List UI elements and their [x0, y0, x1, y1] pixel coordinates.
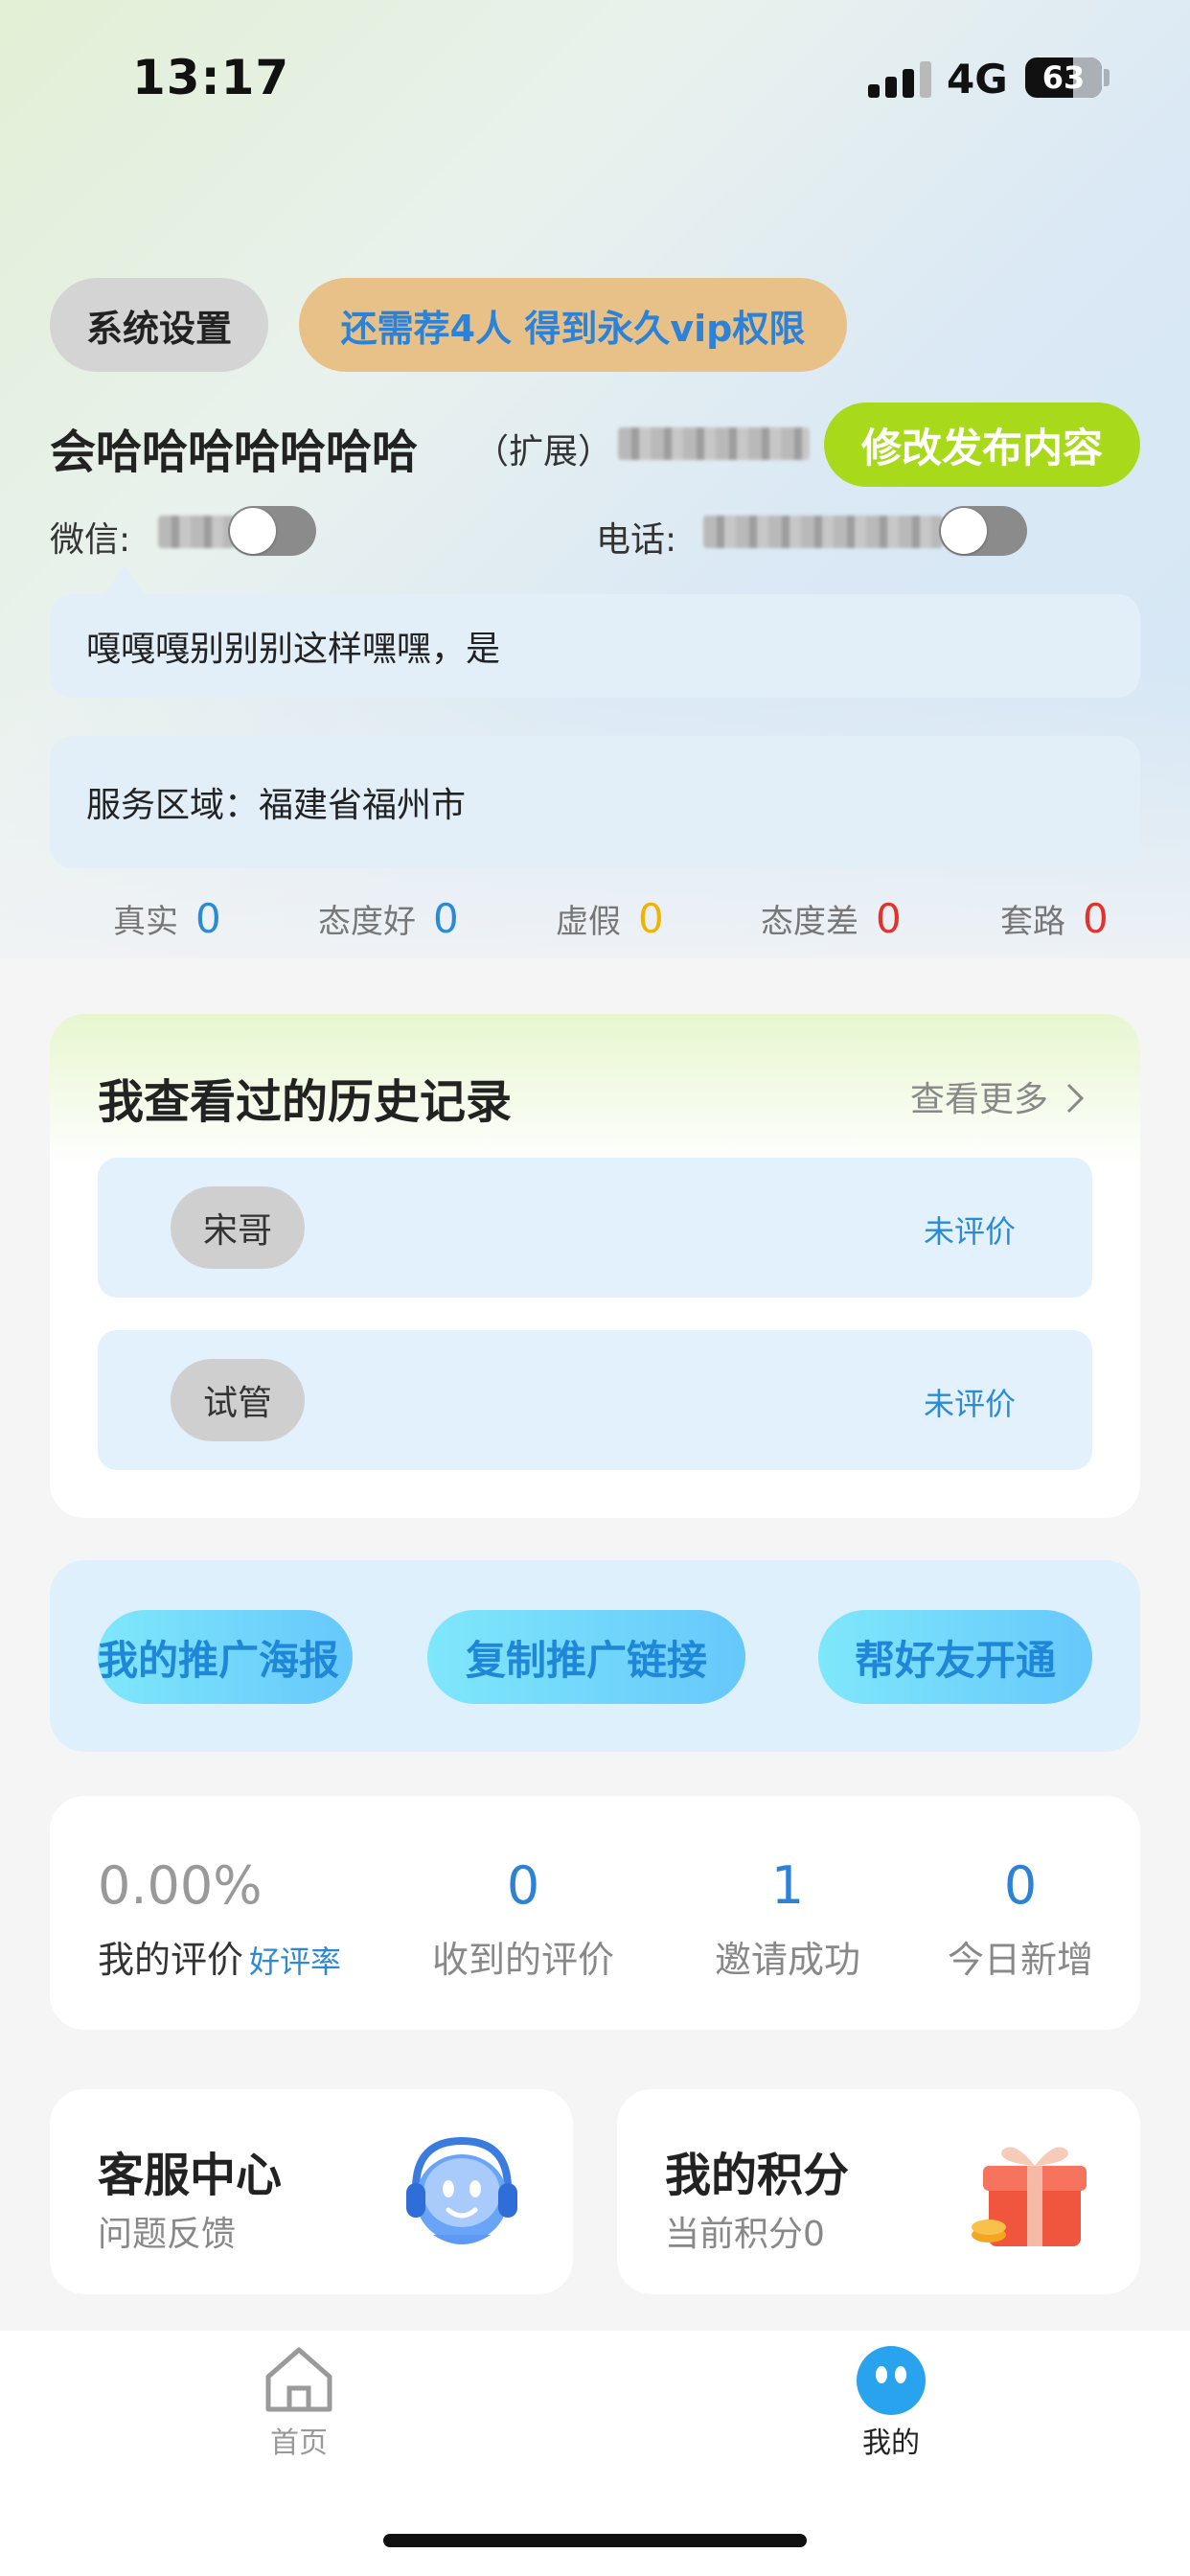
history-item-name: 试管: [171, 1359, 305, 1441]
history-item-status[interactable]: 未评价: [924, 1380, 1016, 1424]
battery-level: 63: [1041, 59, 1086, 96]
signal-icon: [868, 59, 931, 98]
my-points-card[interactable]: 我的积分 当前积分0: [617, 2089, 1140, 2294]
rating-bad-attitude-value: 0: [876, 895, 902, 942]
wechat-label: 微信:: [50, 520, 131, 560]
invite-success-value: 1: [770, 1855, 805, 1916]
home-icon: [265, 2347, 332, 2412]
rating-good-attitude: 态度好 0: [318, 895, 459, 942]
promo-panel: 我的推广海报 复制推广链接 帮好友开通: [50, 1560, 1140, 1752]
system-settings-button[interactable]: 系统设置: [50, 278, 268, 372]
network-type: 4G: [947, 56, 1008, 103]
history-item-status[interactable]: 未评价: [924, 1208, 1016, 1252]
user-name: 会哈哈哈哈哈哈哈: [50, 426, 419, 479]
history-item[interactable]: 宋哥 未评价: [98, 1158, 1092, 1298]
bio-text: 嘎嘎嘎别别别这样嘿嘿，是: [50, 594, 1140, 698]
bio-bubble-tail: [103, 565, 146, 596]
phone-label: 电话:: [596, 520, 677, 560]
positive-rate-label: 好评率: [249, 1944, 342, 1980]
history-title: 我查看过的历史记录: [98, 1075, 513, 1129]
extension-label: （扩展）: [474, 432, 613, 472]
rating-percent-value: 0.00%: [98, 1855, 263, 1916]
wechat-visibility-toggle[interactable]: [228, 506, 316, 556]
tab-mine[interactable]: 我的: [843, 2342, 939, 2461]
rating-good-attitude-label: 态度好: [318, 903, 416, 941]
rating-bad-attitude: 态度差 0: [761, 895, 902, 942]
rating-bad-attitude-label: 态度差: [761, 903, 858, 941]
my-points-subtitle: 当前积分0: [665, 2215, 825, 2254]
history-item-name: 宋哥: [171, 1186, 305, 1269]
customer-service-title: 客服中心: [98, 2149, 283, 2202]
tab-home-label: 首页: [270, 2426, 328, 2460]
extension-value-redacted: [618, 427, 810, 460]
gift-box-icon: [972, 2147, 1087, 2246]
phone-value-redacted: [703, 516, 943, 548]
invite-success-label[interactable]: 邀请成功: [701, 1930, 874, 1983]
rating-real: 真实 0: [113, 895, 221, 942]
rating-real-value: 0: [195, 895, 221, 942]
history-card: 我查看过的历史记录 查看更多 宋哥 未评价 试管 未评价: [50, 1014, 1140, 1518]
stats-card: 0.00% 我的评价 好评率 0 收到的评价 1 邀请成功 0 今日新增: [50, 1796, 1140, 2030]
rating-good-attitude-value: 0: [433, 895, 459, 942]
phone-visibility-toggle[interactable]: [939, 506, 1027, 556]
rating-scam: 套路 0: [1000, 895, 1109, 942]
edit-publish-button[interactable]: 修改发布内容: [824, 402, 1140, 487]
history-more-link[interactable]: 查看更多: [910, 1071, 1086, 1121]
mine-avatar-icon: [857, 2346, 926, 2415]
tab-home[interactable]: 首页: [251, 2342, 347, 2461]
my-points-title: 我的积分: [665, 2149, 850, 2202]
received-reviews-label[interactable]: 收到的评价: [427, 1930, 619, 1983]
history-more-label: 查看更多: [910, 1080, 1049, 1119]
battery-icon: 63: [1025, 58, 1102, 98]
battery-tip: [1104, 69, 1110, 86]
rating-real-label: 真实: [113, 903, 178, 941]
my-rating-label: 我的评价: [98, 1939, 244, 1981]
chevron-right-icon: [1067, 1083, 1085, 1114]
service-area: 服务区域：福建省福州市: [50, 736, 1140, 868]
rating-fake: 虚假 0: [556, 895, 664, 942]
history-item[interactable]: 试管 未评价: [98, 1330, 1092, 1470]
help-friend-activate-button[interactable]: 帮好友开通: [818, 1610, 1092, 1704]
rating-fake-label: 虚假: [556, 903, 621, 941]
today-new-label[interactable]: 今日新增: [939, 1930, 1102, 1983]
vip-invite-button[interactable]: 还需荐4人 得到永久vip权限: [299, 278, 847, 372]
rating-scam-value: 0: [1083, 895, 1109, 942]
my-rating-label-group[interactable]: 我的评价 好评率: [98, 1930, 341, 1983]
today-new-value: 0: [1003, 1855, 1038, 1916]
customer-service-card[interactable]: 客服中心 问题反馈: [50, 2089, 573, 2294]
tab-mine-label: 我的: [862, 2426, 920, 2460]
promo-poster-button[interactable]: 我的推广海报: [98, 1610, 353, 1704]
status-time: 13:17: [132, 50, 290, 105]
rating-fake-value: 0: [638, 895, 664, 942]
received-reviews-value: 0: [506, 1855, 540, 1916]
rating-scam-label: 套路: [1000, 903, 1065, 941]
customer-service-robot-icon: [406, 2136, 517, 2244]
copy-promo-link-button[interactable]: 复制推广链接: [427, 1610, 745, 1704]
home-indicator: [383, 2534, 807, 2547]
wechat-value-redacted: [158, 516, 235, 548]
customer-service-subtitle: 问题反馈: [98, 2215, 237, 2254]
